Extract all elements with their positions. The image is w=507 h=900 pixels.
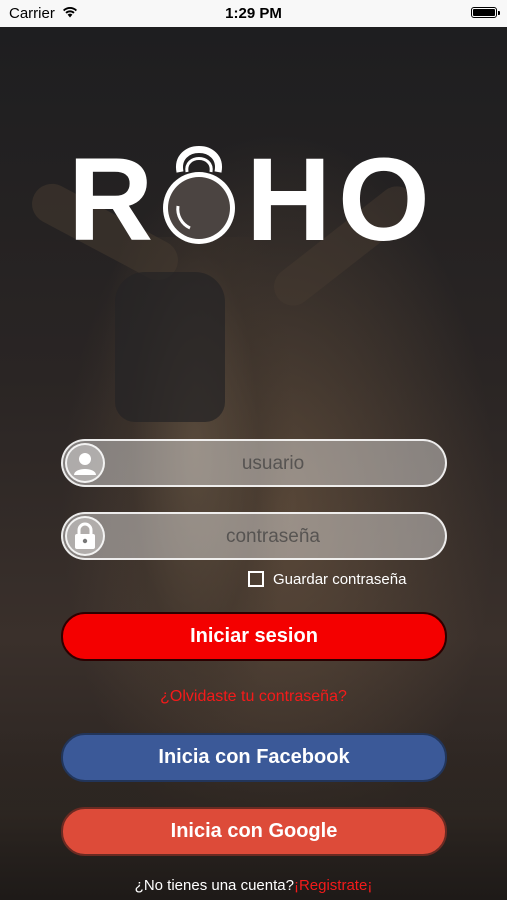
register-link[interactable]: ¡Registrate¡ xyxy=(294,877,372,894)
password-field[interactable] xyxy=(61,512,447,560)
battery-icon xyxy=(471,7,500,18)
facebook-login-button[interactable]: Inicia con Facebook xyxy=(61,733,447,782)
forgot-password-link[interactable]: ¿Olvidaste tu contraseña? xyxy=(0,688,507,706)
lock-icon xyxy=(65,516,105,556)
roho-logo: R H O xyxy=(68,132,440,266)
signup-prompt: ¿No tienes una cuenta?¡Registrate¡ xyxy=(0,877,507,894)
logo-letter-r: R xyxy=(68,134,154,266)
status-bar: Carrier 1:29 PM xyxy=(0,0,507,27)
user-icon xyxy=(65,443,105,483)
login-button[interactable]: Iniciar sesion xyxy=(61,612,447,661)
clock: 1:29 PM xyxy=(225,5,282,22)
password-input[interactable] xyxy=(111,514,435,560)
username-input[interactable] xyxy=(111,441,435,487)
remember-password[interactable]: Guardar contraseña xyxy=(248,569,406,589)
username-field[interactable] xyxy=(61,439,447,487)
google-login-button[interactable]: Inicia con Google xyxy=(61,807,447,856)
kettlebell-logo-icon xyxy=(163,146,235,244)
remember-label: Guardar contraseña xyxy=(273,570,407,588)
no-account-text: ¿No tienes una cuenta? xyxy=(134,877,294,894)
logo-letter-h: H xyxy=(246,134,332,266)
checkbox-icon[interactable] xyxy=(248,571,264,587)
login-screen: Carrier 1:29 PM R H O usuario Guardar co… xyxy=(0,0,507,900)
logo-letter-o: O xyxy=(338,134,430,266)
